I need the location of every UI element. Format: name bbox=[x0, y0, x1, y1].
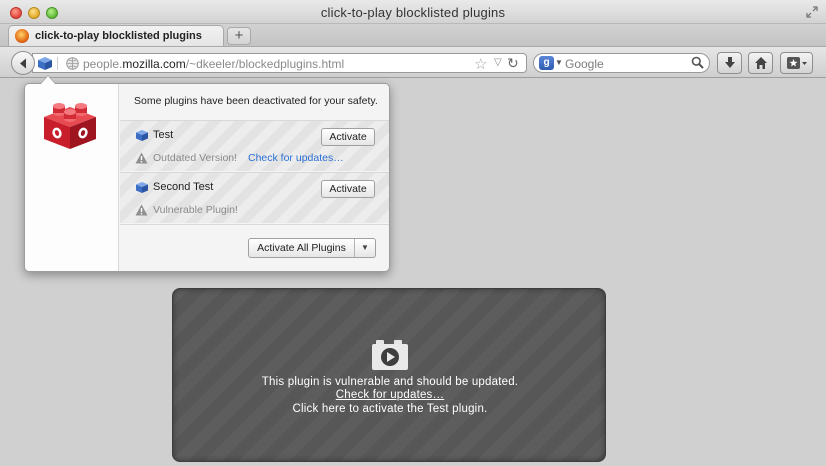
reload-icon[interactable]: ↻ bbox=[507, 55, 519, 72]
home-icon bbox=[755, 57, 767, 69]
new-tab-button[interactable]: + bbox=[227, 27, 251, 45]
plugin-notification-icon[interactable] bbox=[37, 56, 53, 71]
lego-block-icon bbox=[44, 103, 96, 149]
bookmark-star-icon[interactable]: ☆ bbox=[474, 55, 487, 73]
back-button[interactable] bbox=[11, 51, 35, 75]
plugin-row: Test Activate Outdated Version! Check fo… bbox=[120, 120, 389, 171]
panel-body: Some plugins have been deactivated for y… bbox=[120, 84, 389, 271]
bookmarks-menu-button[interactable] bbox=[780, 52, 813, 74]
plugin-notification-panel: Some plugins have been deactivated for y… bbox=[24, 75, 390, 272]
back-arrow-icon bbox=[20, 58, 26, 69]
plugin-status: Vulnerable Plugin! bbox=[153, 204, 238, 216]
activate-plugin-button[interactable]: Activate bbox=[321, 180, 375, 198]
panel-icon-column bbox=[25, 84, 119, 271]
plugin-icon bbox=[136, 182, 148, 193]
placeholder-warning-text: This plugin is vulnerable and should be … bbox=[261, 376, 519, 388]
plugin-name: Test bbox=[153, 129, 174, 141]
url-host: mozilla.com bbox=[122, 57, 186, 71]
navigation-bar: people.mozilla.com/~dkeeler/blockedplugi… bbox=[0, 46, 826, 78]
play-plugin-icon[interactable] bbox=[372, 340, 408, 370]
url-prefix: people. bbox=[83, 57, 123, 71]
home-button[interactable] bbox=[748, 52, 773, 74]
activate-all-label[interactable]: Activate All Plugins bbox=[249, 239, 355, 257]
plugin-status: Outdated Version! bbox=[153, 152, 238, 164]
history-dropdown-icon[interactable]: ▽ bbox=[494, 57, 502, 68]
tab-active[interactable]: click-to-play blocklisted plugins bbox=[8, 25, 224, 47]
engine-dropdown-icon[interactable]: ▼ bbox=[555, 58, 563, 67]
search-icon[interactable] bbox=[691, 56, 704, 69]
bookmarks-star-icon bbox=[787, 57, 807, 69]
fullscreen-icon[interactable] bbox=[806, 6, 818, 18]
search-input[interactable]: Google bbox=[565, 57, 604, 71]
panel-footer: Activate All Plugins ▼ bbox=[120, 224, 389, 271]
plugin-name: Second Test bbox=[153, 181, 214, 193]
window-title: click-to-play blocklisted plugins bbox=[320, 5, 506, 20]
panel-arrow bbox=[40, 75, 56, 84]
placeholder-update-link[interactable]: Check for updates… bbox=[173, 389, 607, 401]
plugin-placeholder[interactable]: This plugin is vulnerable and should be … bbox=[172, 288, 606, 462]
tab-label: click-to-play blocklisted plugins bbox=[35, 30, 202, 42]
search-engine-icon[interactable]: g bbox=[539, 56, 554, 70]
url-text[interactable]: people.mozilla.com/~dkeeler/blockedplugi… bbox=[83, 57, 344, 71]
downloads-button[interactable] bbox=[717, 52, 742, 74]
warning-icon bbox=[135, 204, 148, 216]
plugin-row: Second Test Activate Vulnerable Plugin! bbox=[120, 172, 389, 223]
url-separator bbox=[57, 57, 58, 70]
url-path: /~dkeeler/blockedplugins.html bbox=[185, 57, 345, 71]
activate-all-button[interactable]: Activate All Plugins ▼ bbox=[248, 238, 376, 258]
activate-plugin-button[interactable]: Activate bbox=[321, 128, 375, 146]
title-bar: click-to-play blocklisted plugins bbox=[0, 0, 826, 24]
check-for-updates-link[interactable]: Check for updates… bbox=[248, 152, 344, 164]
plugin-icon bbox=[136, 130, 148, 141]
download-arrow-icon bbox=[725, 57, 735, 68]
url-bar[interactable]: people.mozilla.com/~dkeeler/blockedplugi… bbox=[32, 53, 527, 73]
warning-icon bbox=[135, 152, 148, 164]
globe-icon[interactable] bbox=[66, 57, 79, 70]
panel-message: Some plugins have been deactivated for y… bbox=[134, 95, 378, 107]
placeholder-activate-text[interactable]: Click here to activate the Test plugin. bbox=[173, 403, 607, 415]
search-bar[interactable]: g ▼ Google bbox=[533, 53, 710, 73]
tab-bar: click-to-play blocklisted plugins + bbox=[0, 24, 826, 47]
activate-all-dropdown-icon[interactable]: ▼ bbox=[355, 239, 375, 257]
firefox-icon bbox=[15, 29, 29, 43]
